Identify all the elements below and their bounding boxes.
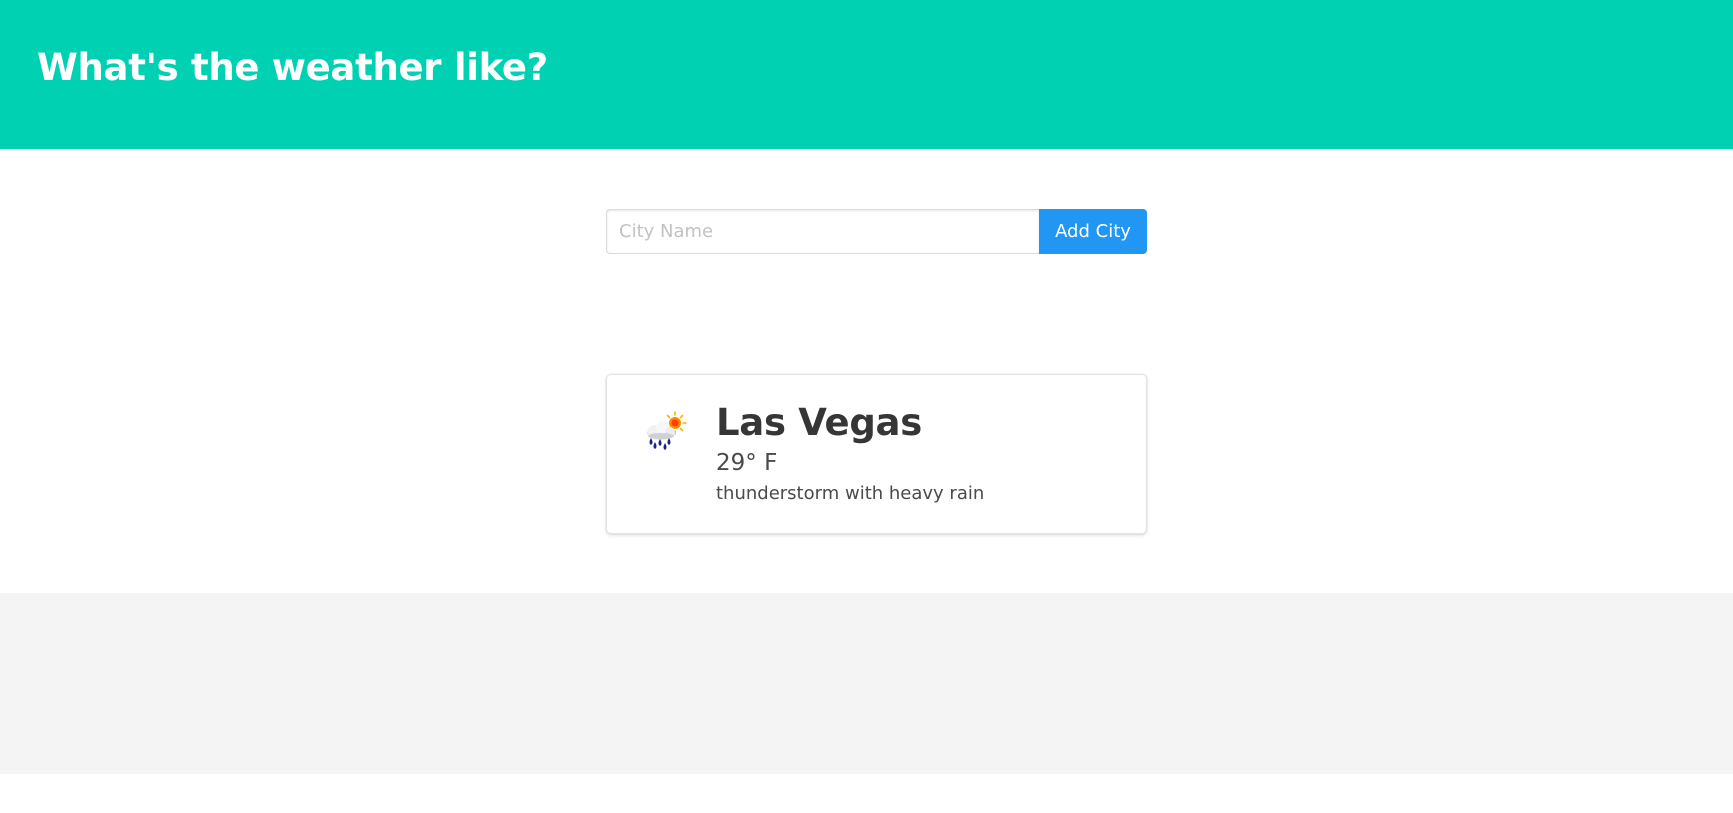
city-name: Las Vegas [716,401,922,444]
page-title: What's the weather like? [37,46,548,89]
weather-description: thunderstorm with heavy rain [716,483,985,504]
temperature-value: 29° F [716,450,778,476]
footer [0,593,1733,774]
thunderstorm-rain-sun-icon [647,411,687,450]
weather-card: Las Vegas 29° F thunderstorm with heavy … [606,374,1147,534]
header-banner: What's the weather like? [0,0,1733,149]
add-city-form: Add City [606,209,1147,254]
city-name-input[interactable] [606,209,1039,254]
rain-drops [649,438,671,450]
add-city-button[interactable]: Add City [1039,209,1147,254]
